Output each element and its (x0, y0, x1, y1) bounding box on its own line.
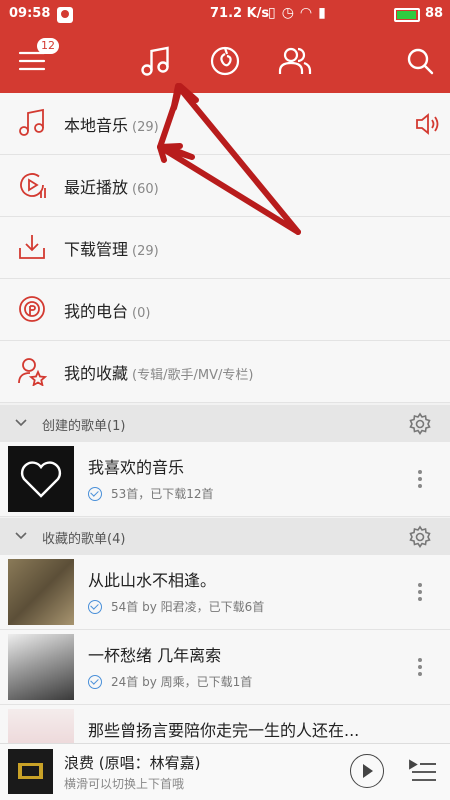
menu-recent-play-count: (60) (132, 182, 159, 197)
playlist-item[interactable]: 我喜欢的音乐 53首，已下载12首 (0, 442, 450, 517)
podcast-icon (19, 296, 45, 322)
gear-icon[interactable] (408, 525, 432, 549)
music-note-icon (19, 108, 44, 136)
chevron-down-icon (15, 532, 27, 540)
mini-player[interactable]: 浪费 (原唱：林宥嘉) 横滑可以切换上下首哦 (0, 743, 450, 800)
downloaded-check-icon (88, 674, 102, 689)
friends-icon[interactable] (278, 44, 312, 78)
music-note-icon[interactable] (138, 44, 172, 78)
more-options-icon[interactable] (412, 468, 428, 490)
playlist-cover (8, 446, 74, 512)
menu-recent-play-label: 最近播放 (64, 178, 129, 197)
downloaded-check-icon (88, 486, 102, 501)
radio-icon[interactable] (208, 44, 242, 78)
heart-icon (20, 461, 62, 498)
section-collected-title: 收藏的歌单(4) (42, 532, 126, 547)
playlist-meta: 53首，已下载12首 (111, 487, 214, 501)
menu-local-music-count: (29) (132, 120, 159, 135)
now-playing-title: 浪费 (原唱：林宥嘉) (64, 754, 201, 772)
playlist-title: 那些曾扬言要陪你走完一生的人还在... (88, 721, 360, 740)
download-icon (19, 235, 45, 259)
menu-local-music[interactable]: 本地音乐 (29) (0, 93, 450, 155)
now-playing-hint: 横滑可以切换上下首哦 (64, 777, 185, 791)
menu-favorites-label: 我的收藏 (64, 364, 129, 383)
playlist-cover (8, 634, 74, 700)
menu-my-radio[interactable]: 我的电台 (0) (0, 279, 450, 341)
notification-icon (57, 7, 73, 23)
more-options-icon[interactable] (412, 656, 428, 678)
search-icon[interactable] (403, 44, 437, 78)
menu-downloads-label: 下载管理 (64, 240, 129, 259)
section-created-title: 创建的歌单(1) (42, 419, 126, 434)
playlist-cover (8, 559, 74, 625)
more-options-icon[interactable] (412, 581, 428, 603)
menu-recent-play[interactable]: 最近播放 (60) (0, 155, 450, 217)
favorite-user-icon (18, 358, 47, 386)
playlist-meta: 24首 by 周乘，已下载1首 (111, 675, 253, 689)
menu-local-music-label: 本地音乐 (64, 116, 129, 135)
battery-icon (394, 8, 420, 22)
menu-favorites[interactable]: 我的收藏 (专辑/歌手/MV/专栏) (0, 341, 450, 403)
playlist-title: 从此山水不相逢。 (88, 571, 217, 590)
playlist-queue-icon[interactable] (408, 758, 438, 784)
battery-level: 88 (425, 6, 444, 21)
recent-play-icon (20, 173, 46, 198)
status-bar: 09:58 71.2 K/s ▯◷◠▮ 88 (0, 0, 450, 30)
my-music-menu: 本地音乐 (29) 最近播放 (60) 下载管理 (29) 我的电台 (0) 我的收藏(… (0, 93, 450, 403)
chevron-down-icon (15, 419, 27, 427)
playlist-title: 我喜欢的音乐 (88, 458, 185, 477)
section-created-playlists[interactable]: 创建的歌单(1) (0, 405, 450, 442)
menu-downloads-count: (29) (132, 244, 159, 259)
speaker-icon (416, 113, 439, 135)
play-button[interactable] (350, 754, 384, 788)
playlist-meta: 54首 by 阳君凌，已下载6首 (111, 600, 265, 614)
menu-my-radio-count: (0) (132, 306, 151, 321)
now-playing-cover (8, 749, 53, 794)
menu-downloads[interactable]: 下载管理 (29) (0, 217, 450, 279)
status-time: 09:58 (9, 6, 51, 21)
menu-favorites-hint: (专辑/歌手/MV/专栏) (132, 368, 254, 383)
playlist-title: 一杯愁绪 几年离索 (88, 646, 222, 665)
playlist-item[interactable]: 从此山水不相逢。 54首 by 阳君凌，已下载6首 (0, 555, 450, 630)
menu-my-radio-label: 我的电台 (64, 302, 129, 321)
section-collected-playlists[interactable]: 收藏的歌单(4) (0, 518, 450, 555)
playlist-item[interactable]: 一杯愁绪 几年离索 24首 by 周乘，已下载1首 (0, 630, 450, 705)
top-nav: 12 (0, 30, 450, 93)
status-icons: ▯◷◠▮ (268, 5, 332, 21)
network-speed: 71.2 K/s (210, 6, 270, 21)
gear-icon[interactable] (408, 412, 432, 436)
notification-badge: 12 (37, 38, 59, 54)
downloaded-check-icon (88, 599, 102, 614)
